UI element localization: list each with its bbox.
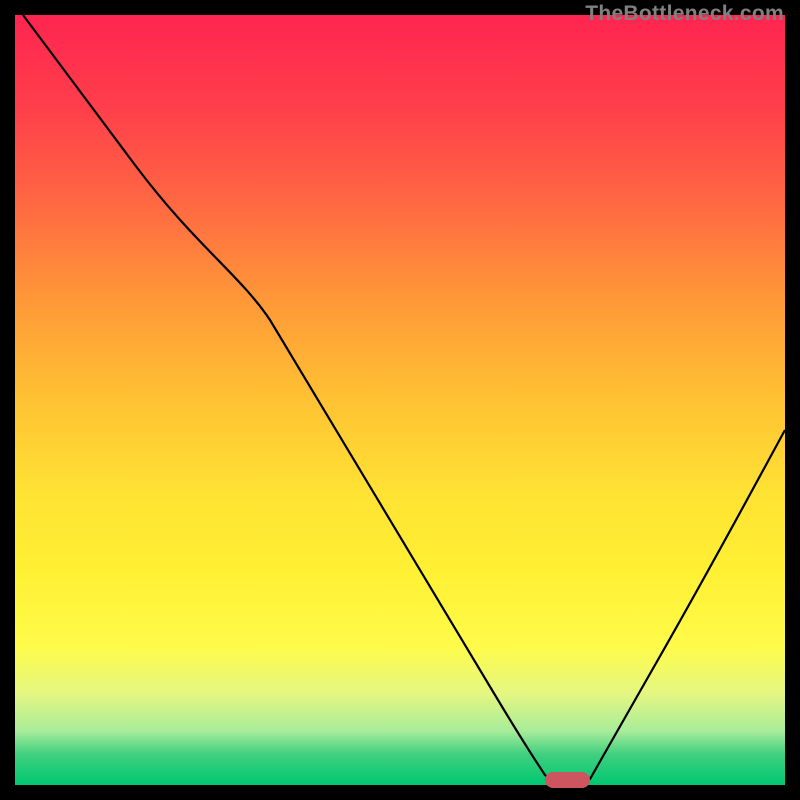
plot-area (15, 15, 785, 785)
curve-path (23, 15, 785, 779)
bottleneck-curve (15, 15, 785, 785)
optimal-marker (545, 772, 590, 788)
watermark: TheBottleneck.com (585, 2, 784, 26)
